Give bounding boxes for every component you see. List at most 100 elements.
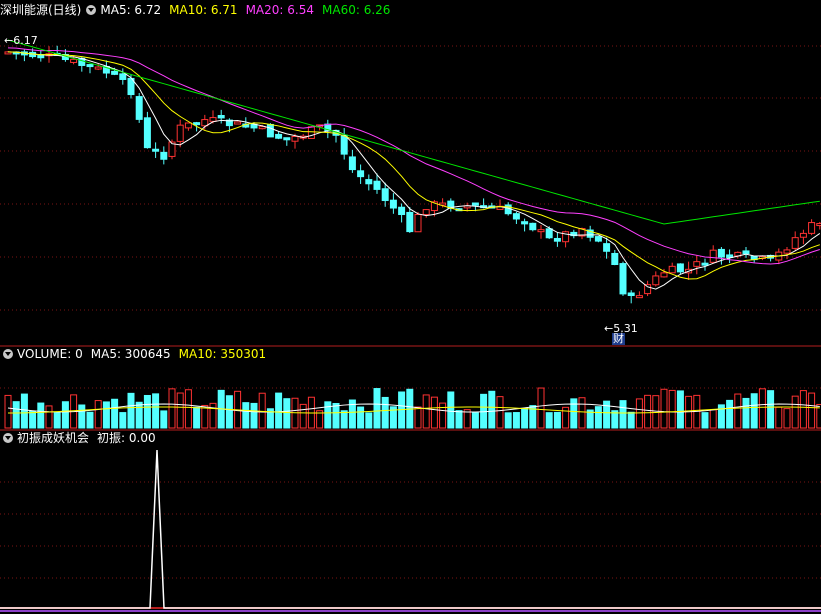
candle-body <box>742 250 750 255</box>
volume-bar <box>488 390 496 429</box>
candle-body <box>111 70 119 75</box>
ma20-value: MA20: 6.54 <box>245 3 314 17</box>
volume-bar <box>660 388 668 429</box>
volume-bar <box>578 397 586 429</box>
volume-bar <box>512 412 520 429</box>
candle-body <box>808 222 816 234</box>
indicator-title: 初振成妖机会 <box>17 431 90 445</box>
candle-body <box>283 137 291 141</box>
volume-bar <box>160 410 168 429</box>
candle-body <box>594 236 602 242</box>
volume-ma10: MA10: 350301 <box>178 347 267 361</box>
volume-bar <box>127 392 135 429</box>
volume-bar <box>193 406 201 429</box>
candle-body <box>799 232 807 238</box>
candle-body <box>184 122 192 129</box>
volume-bar <box>701 412 709 429</box>
volume-bar <box>447 391 455 429</box>
volume-bar <box>168 388 176 429</box>
candle-body <box>398 206 406 216</box>
volume-bar <box>324 401 332 429</box>
stock-title[interactable]: 深圳能源(日线) <box>0 1 81 19</box>
volume-bar <box>734 393 742 429</box>
volume-ma5: MA5: 300645 <box>90 347 171 361</box>
stock-chart-canvas[interactable] <box>0 0 821 614</box>
arrow-left-icon: ← <box>4 34 14 47</box>
volume-bar <box>299 403 307 429</box>
volume-bar <box>45 405 53 429</box>
volume-bar <box>250 402 258 429</box>
ma60-value: MA60: 6.26 <box>322 3 391 17</box>
candle-body <box>275 133 283 139</box>
volume-bar <box>37 402 45 429</box>
candle-body <box>471 202 479 206</box>
candle-body <box>209 117 217 122</box>
volume-bar <box>94 400 102 429</box>
volume-bar <box>12 401 20 429</box>
volume-bar <box>627 411 635 429</box>
volume-bar <box>152 393 160 429</box>
volume-bar <box>455 410 463 429</box>
volume-bar <box>808 392 816 429</box>
volume-bar <box>61 401 69 429</box>
volume-bar <box>365 412 373 429</box>
candle-body <box>152 148 160 152</box>
volume-bar <box>357 406 365 429</box>
volume-bar <box>652 395 660 429</box>
volume-bar <box>635 398 643 429</box>
candle-body <box>816 223 821 227</box>
candle-body <box>193 122 201 126</box>
candle-body <box>70 58 78 63</box>
chevron-down-icon[interactable] <box>86 5 97 15</box>
volume-bar <box>775 406 783 429</box>
volume-bar <box>439 402 447 429</box>
candle-body <box>529 222 537 231</box>
ma60-line <box>7 39 820 225</box>
indicator-spike <box>0 449 821 609</box>
chevron-down-icon[interactable] <box>3 433 13 443</box>
volume-bar <box>726 399 734 429</box>
candle-body <box>406 211 414 233</box>
volume-bar <box>471 412 479 429</box>
volume-bar <box>619 400 627 429</box>
candle-body <box>668 265 676 274</box>
candle-body <box>553 237 561 242</box>
volume-bar <box>676 390 684 429</box>
volume-title: VOLUME: 0 <box>17 347 83 361</box>
volume-bar <box>644 394 652 429</box>
volume-bar <box>381 396 389 429</box>
candle-body <box>94 66 102 70</box>
candle-body <box>365 179 373 185</box>
candle-body <box>545 228 553 239</box>
volume-bar <box>373 388 381 429</box>
volume-bar <box>545 412 553 429</box>
candle-body <box>422 209 430 216</box>
volume-bar <box>111 398 119 429</box>
candle-body <box>791 237 799 249</box>
volume-bar <box>29 410 37 429</box>
volume-bar <box>78 404 86 429</box>
candle-body <box>86 64 94 68</box>
candle-body <box>373 180 381 190</box>
volume-bar <box>668 389 676 429</box>
volume-bar <box>783 408 791 429</box>
candle-body <box>357 170 365 178</box>
volume-bar <box>496 396 504 429</box>
candle-body <box>717 248 725 258</box>
volume-bar <box>283 398 291 429</box>
candle-body <box>119 73 127 80</box>
candle-body <box>521 221 529 225</box>
volume-bar <box>340 410 348 429</box>
ma5-value: MA5: 6.72 <box>100 3 162 17</box>
volume-bar <box>553 411 561 429</box>
volume-bar <box>742 397 750 429</box>
volume-bar <box>20 393 28 429</box>
volume-bar <box>791 395 799 429</box>
chevron-down-icon[interactable] <box>3 349 13 359</box>
volume-bar <box>53 412 61 429</box>
candle-body <box>701 262 709 266</box>
candle-body <box>291 136 299 142</box>
candle-body <box>266 123 274 138</box>
finance-badge[interactable]: 财 <box>612 333 625 345</box>
volume-bar <box>258 392 266 429</box>
